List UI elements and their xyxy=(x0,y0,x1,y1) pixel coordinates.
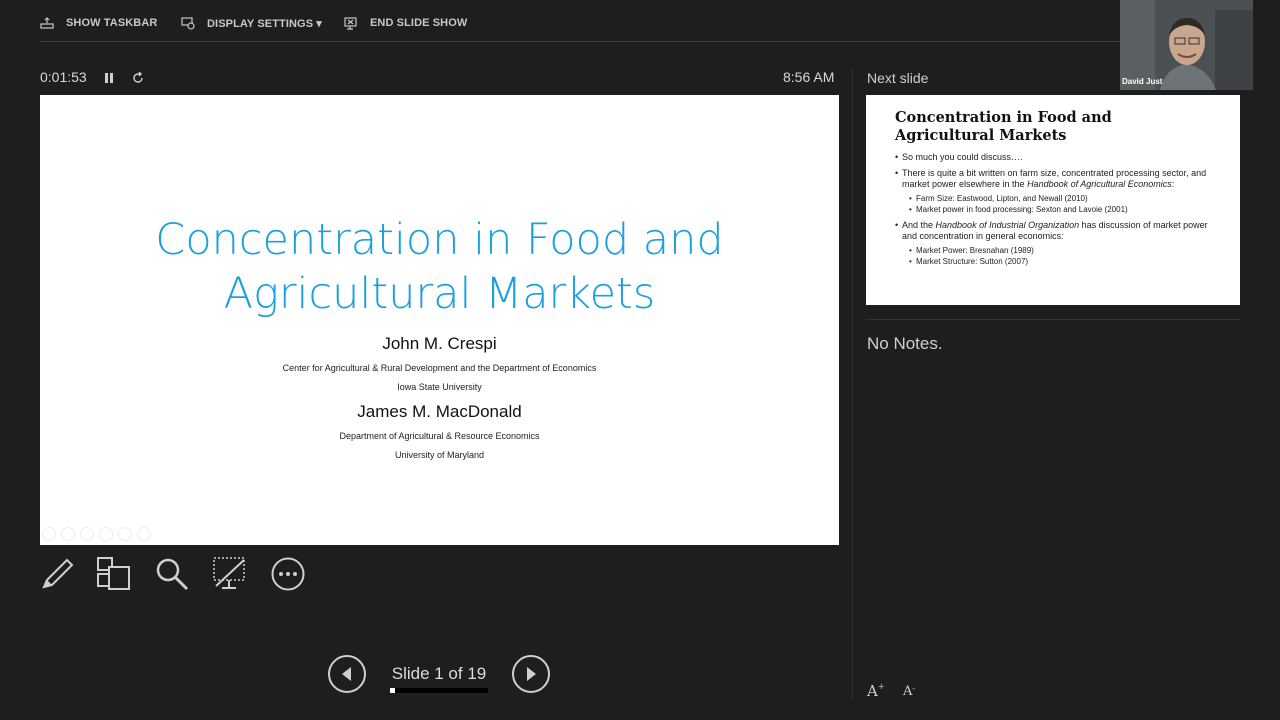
author2-name: James M. MacDonald xyxy=(357,402,522,421)
author2-affiliation: Department of Agricultural & Resource Ec… xyxy=(339,431,540,441)
next-bullet-2-subitems: Farm Size: Eastwood, Lipton, and Newall … xyxy=(895,193,1225,216)
next-slide-body: So much you could discuss…. There is qui… xyxy=(895,152,1225,272)
slide-progress-bar xyxy=(390,688,488,693)
show-taskbar-button[interactable]: SHOW TASKBAR xyxy=(40,12,157,34)
see-all-slides-button[interactable] xyxy=(96,556,132,592)
previous-slide-button[interactable] xyxy=(328,655,366,693)
restart-icon xyxy=(132,72,143,83)
slide-progress-fill xyxy=(390,688,396,693)
end-show-icon xyxy=(344,17,357,30)
next-bullet-3-text: And the xyxy=(902,219,936,230)
show-taskbar-label: SHOW TASKBAR xyxy=(66,17,158,29)
black-screen-icon xyxy=(213,557,245,589)
more-icon xyxy=(271,557,305,591)
webcam-participant-name: David Just xyxy=(1122,77,1163,86)
decrease-font-label: A xyxy=(903,684,913,699)
author1-affiliation: Center for Agricultural & Rural Developm… xyxy=(282,363,597,373)
notes-divider xyxy=(866,319,1240,320)
next-slide-label: Next slide xyxy=(867,70,929,86)
decrease-font-button[interactable]: A- xyxy=(903,684,915,699)
current-slide[interactable]: Concentration in Food and Agricultural M… xyxy=(40,95,839,545)
next-bullet-3: And the Handbook of Industrial Organizat… xyxy=(895,220,1225,243)
magnifier-icon xyxy=(156,558,189,591)
pen-icon xyxy=(42,558,74,589)
end-slide-show-button[interactable]: END SLIDE SHOW xyxy=(344,12,467,34)
reset-timer-button[interactable] xyxy=(130,70,145,86)
display-settings-button[interactable]: DISPLAY SETTINGS ▾ xyxy=(181,12,322,34)
elapsed-timer: 0:01:53 xyxy=(40,69,87,85)
next-bullet-2: There is quite a bit written on farm siz… xyxy=(895,168,1225,191)
next-bullet-1: So much you could discuss…. xyxy=(895,152,1225,164)
toolbar-divider xyxy=(40,41,1240,42)
taskbar-icon xyxy=(40,17,54,29)
speaker-notes[interactable]: No Notes. xyxy=(867,334,943,354)
next-bullet-2-emphasis: Handbook of Agricultural Economics xyxy=(1027,179,1172,189)
black-screen-button[interactable] xyxy=(212,556,248,592)
increase-font-button[interactable]: A+ xyxy=(867,682,885,700)
slide-mini-toolbar xyxy=(42,527,151,541)
next-subbullet: Market power in food processing: Sexton … xyxy=(895,204,1225,216)
increase-font-label: A xyxy=(867,682,878,700)
next-bullet-2-end: : xyxy=(1171,179,1175,189)
pause-icon xyxy=(105,73,113,83)
slide-title: Concentration in Food and Agricultural M… xyxy=(40,213,839,321)
next-bullet-3-subitems: Market Power: Bresnahan (1989) Market St… xyxy=(895,245,1225,268)
slide-counter[interactable]: Slide 1 of 19 xyxy=(380,664,498,684)
end-slide-show-label: END SLIDE SHOW xyxy=(370,17,468,29)
author2-university: University of Maryland xyxy=(394,450,485,460)
slide-title-line2: Agricultural Markets xyxy=(223,269,656,319)
slides-grid-icon xyxy=(97,557,130,590)
pen-tool-button[interactable] xyxy=(40,556,76,592)
next-slide-preview[interactable]: Concentration in Food and Agricultural M… xyxy=(866,95,1240,305)
more-options-button[interactable] xyxy=(270,556,306,592)
next-subbullet: Market Power: Bresnahan (1989) xyxy=(895,245,1225,257)
previous-arrow-icon xyxy=(342,667,351,681)
next-subbullet: Market Structure: Sutton (2007) xyxy=(895,256,1225,268)
next-slide-title: Concentration in Food and Agricultural M… xyxy=(895,109,1112,144)
display-settings-icon xyxy=(181,17,195,30)
pane-divider[interactable] xyxy=(852,68,853,700)
current-time: 8:56 AM xyxy=(783,69,835,85)
slide-title-line1: Concentration in Food and xyxy=(155,215,724,265)
next-bullet-3-emphasis: Handbook of Industrial Organization xyxy=(935,219,1080,230)
next-subbullet: Farm Size: Eastwood, Lipton, and Newall … xyxy=(895,193,1225,205)
next-slide-button[interactable] xyxy=(512,655,550,693)
author1-university: Iowa State University xyxy=(397,382,482,392)
next-arrow-icon xyxy=(527,667,536,681)
zoom-button[interactable] xyxy=(154,556,190,592)
display-settings-label: DISPLAY SETTINGS ▾ xyxy=(207,17,322,30)
pause-timer-button[interactable] xyxy=(102,70,116,86)
author1-name: John M. Crespi xyxy=(382,334,497,353)
